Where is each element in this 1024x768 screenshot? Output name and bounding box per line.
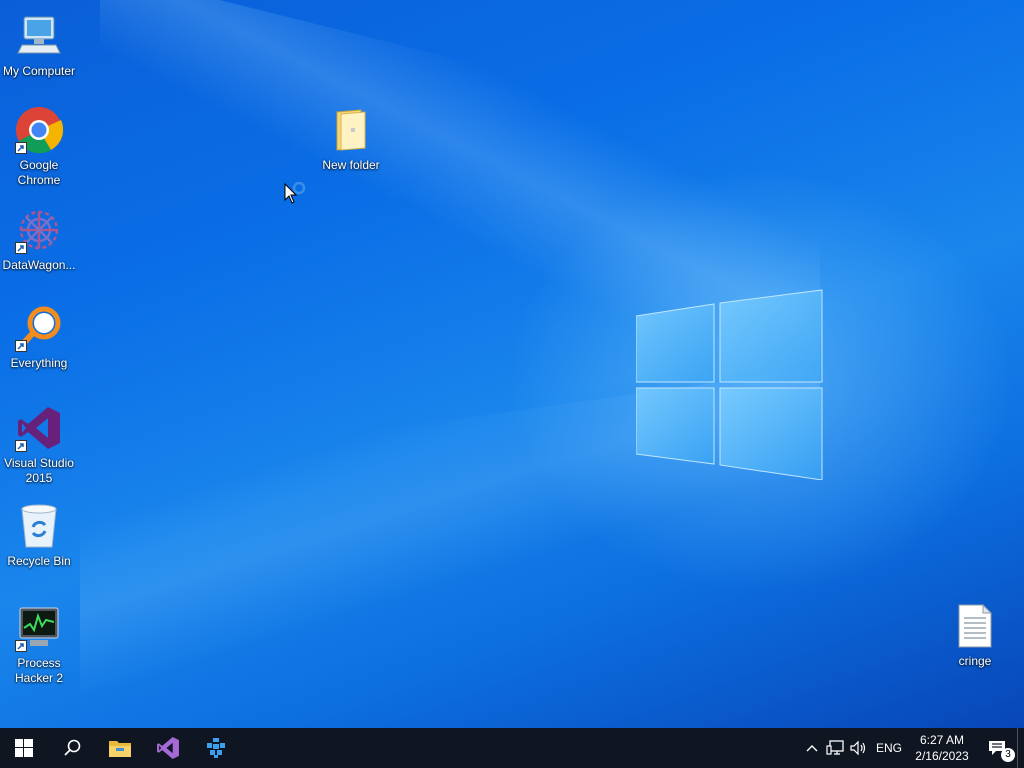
clock-date: 2/16/2023 — [915, 749, 969, 763]
desktop-icon-google-chrome[interactable]: Google Chrome — [0, 104, 78, 188]
app-icon — [207, 738, 225, 758]
computer-icon — [13, 10, 65, 62]
icon-label: Recycle Bin — [7, 554, 71, 568]
taskbar: ENG 6:27 AM 2/16/2023 3 — [0, 728, 1024, 768]
network-button[interactable] — [823, 728, 847, 768]
windows-logo-wallpaper — [636, 289, 823, 480]
shortcut-arrow-icon — [15, 340, 27, 352]
volume-button[interactable] — [847, 728, 871, 768]
notification-count-badge: 3 — [1001, 748, 1015, 762]
icon-label: Process Hacker 2 — [14, 656, 64, 685]
desktop-icon-new-folder[interactable]: New folder — [312, 104, 390, 173]
show-hidden-icons-button[interactable] — [801, 728, 823, 768]
visual-studio-taskbar-button[interactable] — [144, 728, 192, 768]
icon-label: DataWagon... — [2, 258, 76, 272]
chrome-icon — [13, 104, 65, 156]
shortcut-arrow-icon — [15, 242, 27, 254]
desktop-icon-recycle-bin[interactable]: Recycle Bin — [0, 500, 78, 569]
language-indicator: ENG — [875, 741, 902, 755]
icon-label: Everything — [10, 356, 68, 370]
desktop-icon-everything[interactable]: Everything — [0, 302, 78, 371]
shortcut-arrow-icon — [15, 142, 27, 154]
input-language-button[interactable]: ENG — [871, 728, 907, 768]
desktop-icon-visual-studio-2015[interactable]: Visual Studio 2015 — [0, 402, 78, 486]
app-taskbar-button[interactable] — [192, 728, 240, 768]
start-icon — [15, 739, 33, 757]
process-hacker-icon — [13, 602, 65, 654]
folder-icon — [325, 104, 377, 156]
start-button[interactable] — [0, 728, 48, 768]
file-explorer-button[interactable] — [96, 728, 144, 768]
icon-label: Google Chrome — [17, 158, 61, 187]
file-explorer-icon — [109, 741, 131, 757]
desktop-icon-my-computer[interactable]: My Computer — [0, 10, 78, 79]
icon-label: My Computer — [2, 64, 76, 78]
visual-studio-icon — [13, 402, 65, 454]
search-button[interactable] — [48, 728, 96, 768]
shortcut-arrow-icon — [15, 640, 27, 652]
desktop-icon-cringe[interactable]: cringe — [936, 600, 1014, 669]
action-center-button[interactable]: 3 — [977, 728, 1017, 768]
desktop[interactable]: My Computer Google Chrome DataWagon... E… — [0, 0, 1024, 728]
search-icon — [64, 739, 81, 756]
icon-label: Visual Studio 2015 — [4, 456, 74, 485]
visual-studio-icon — [157, 737, 179, 759]
chevron-up-icon — [806, 745, 818, 752]
system-tray: ENG 6:27 AM 2/16/2023 3 — [801, 728, 1024, 768]
icon-label: cringe — [958, 654, 992, 668]
desktop-icon-process-hacker-2[interactable]: Process Hacker 2 — [0, 602, 78, 686]
text-file-icon — [949, 600, 1001, 652]
shortcut-arrow-icon — [15, 440, 27, 452]
datawagon-icon — [13, 204, 65, 256]
everything-search-icon — [13, 302, 65, 354]
clock-button[interactable]: 6:27 AM 2/16/2023 — [907, 728, 977, 768]
clock-time: 6:27 AM — [919, 733, 965, 747]
icon-label: New folder — [322, 158, 380, 172]
busy-cursor-icon — [284, 182, 306, 204]
speaker-icon — [850, 740, 866, 756]
recycle-bin-icon — [13, 500, 65, 552]
network-icon — [826, 740, 844, 755]
desktop-icon-datawagon[interactable]: DataWagon... — [0, 204, 78, 273]
show-desktop-button[interactable] — [1017, 728, 1024, 768]
